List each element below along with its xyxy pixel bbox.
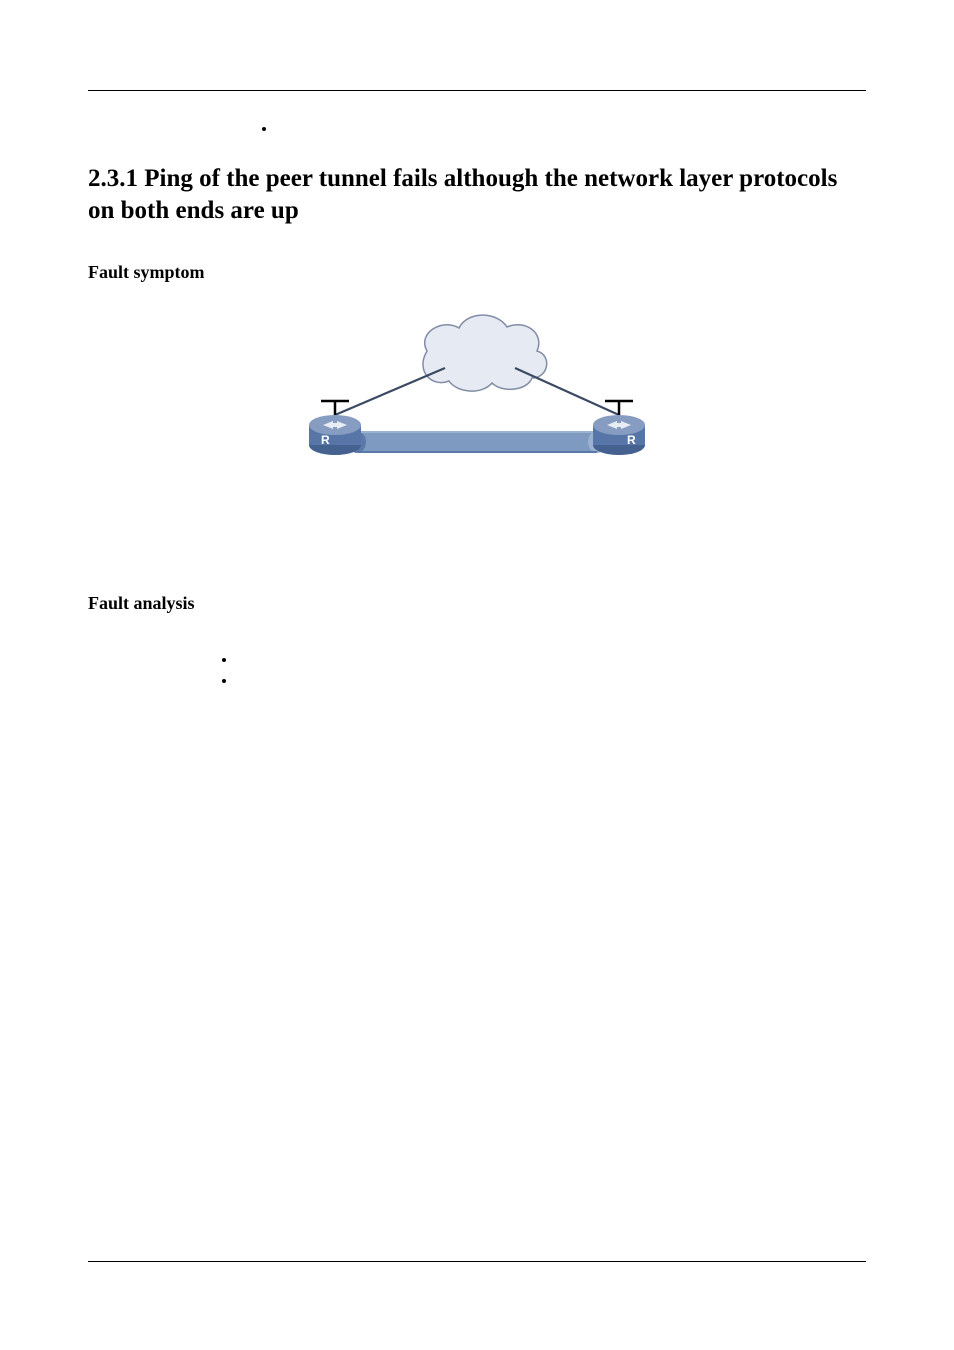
link-right bbox=[515, 368, 619, 415]
link-left bbox=[335, 368, 445, 415]
section-title: 2.3.1 Ping of the peer tunnel fails alth… bbox=[88, 163, 866, 227]
analysis-bullet-list bbox=[236, 649, 866, 691]
cloud-icon bbox=[423, 315, 547, 391]
bottom-rule-wrap bbox=[88, 1261, 866, 1262]
network-diagram: R R bbox=[88, 313, 866, 483]
fault-symptom-heading: Fault symptom bbox=[88, 262, 866, 283]
top-rule bbox=[88, 90, 866, 91]
list-item bbox=[236, 649, 866, 670]
router-label: R bbox=[627, 433, 636, 447]
router-label: R bbox=[321, 433, 330, 447]
connector-right bbox=[605, 401, 633, 417]
tunnel-icon bbox=[348, 431, 606, 453]
bottom-rule bbox=[88, 1261, 866, 1262]
list-item bbox=[236, 670, 866, 691]
connector-left bbox=[321, 401, 349, 417]
top-bullet-list bbox=[236, 121, 866, 138]
list-item bbox=[276, 121, 866, 138]
diagram-svg: R R bbox=[277, 313, 677, 483]
fault-analysis-heading: Fault analysis bbox=[88, 593, 866, 614]
router-right-icon: R bbox=[593, 415, 645, 455]
router-left-icon: R bbox=[309, 415, 361, 455]
